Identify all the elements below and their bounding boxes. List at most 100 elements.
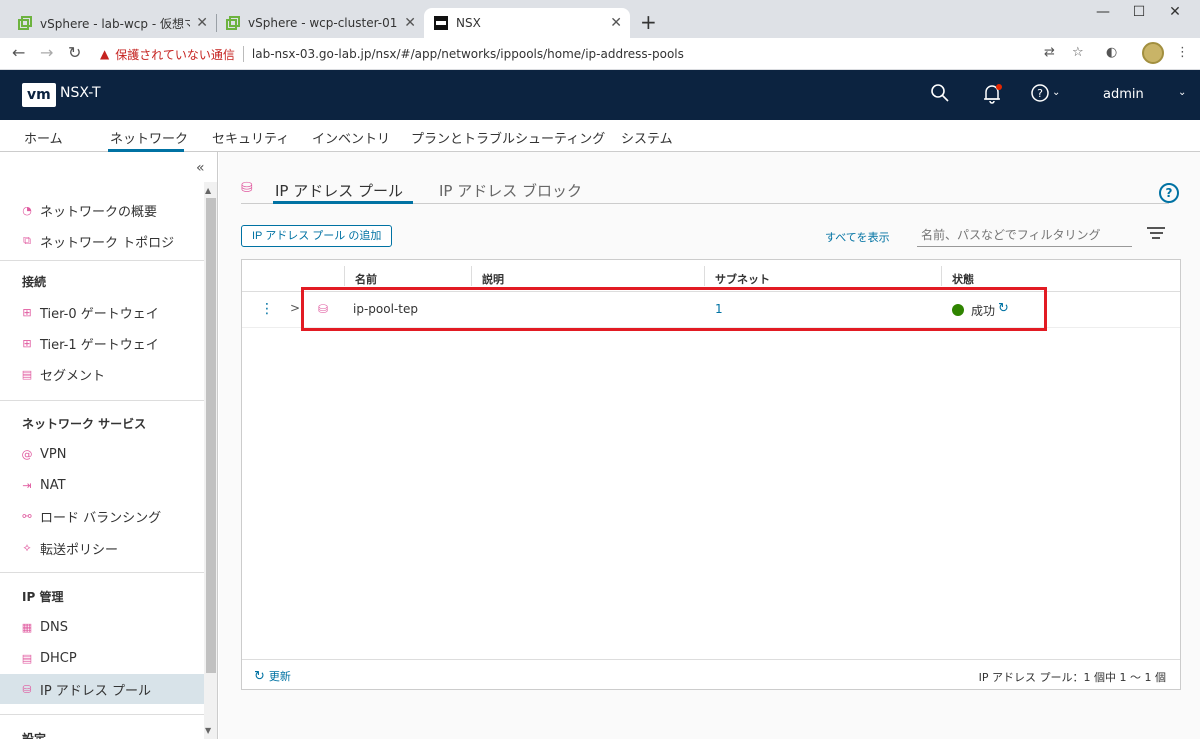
column-divider	[471, 266, 472, 286]
security-warning[interactable]: 保護されていない通信	[115, 46, 235, 63]
sidebar-divider	[0, 400, 204, 401]
sidebar-item-nat[interactable]: ⇥ NAT	[20, 475, 66, 495]
topology-icon: ⧉	[23, 234, 31, 247]
tab-ip-address-blocks[interactable]: IP アドレス ブロック	[439, 180, 582, 201]
sidebar-item-network-topology[interactable]: ⧉ ネットワーク トポロジ	[20, 231, 174, 251]
close-tab-icon[interactable]: ✕	[196, 15, 208, 31]
chevron-right-icon[interactable]: >	[290, 301, 300, 315]
browser-tab-nsx[interactable]: NSX ✕	[424, 8, 630, 38]
close-window-icon[interactable]: ✕	[1152, 4, 1198, 20]
nat-icon: ⇥	[22, 478, 32, 492]
forward-icon[interactable]: →	[40, 43, 53, 62]
sidebar-item-label: DNS	[40, 619, 68, 635]
collapse-sidebar-icon[interactable]: «	[196, 160, 205, 176]
browser-tab-strip: vSphere - lab-wcp - 仮想マシン ✕ vSphere - wc…	[0, 0, 1200, 38]
sidebar-item-network-overview[interactable]: ◔ ネットワークの概要	[20, 200, 157, 220]
nav-home[interactable]: ホーム	[24, 128, 63, 147]
chevron-down-icon[interactable]: ⌄	[1178, 87, 1186, 98]
help-icon[interactable]: ?	[1159, 183, 1179, 203]
sidebar-item-ip-address-pools[interactable]: ⛁ IP アドレス プール	[0, 674, 204, 704]
search-icon[interactable]	[930, 83, 950, 103]
sidebar-item-load-balancing[interactable]: ⚯ ロード バランシング	[20, 506, 161, 526]
browser-tab-label: vSphere - wcp-cluster-01 - vSphe	[248, 16, 398, 30]
main-nav: ホーム ネットワーク セキュリティ インベントリ プランとトラブルシューティング…	[0, 120, 1200, 152]
main-content: ⛁ IP アドレス プール IP アドレス ブロック ? IP アドレス プール…	[219, 152, 1200, 739]
url-text[interactable]: lab-nsx-03.go-lab.jp/nsx/#/app/networks/…	[252, 47, 684, 61]
nav-security[interactable]: セキュリティ	[212, 128, 289, 147]
column-divider	[704, 266, 705, 286]
sidebar: « ◔ ネットワークの概要 ⧉ ネットワーク トポロジ 接続 ⊞ Tier-0 ゲート…	[0, 152, 218, 739]
omnibox[interactable]: ▲ 保護されていない通信 lab-nsx-03.go-lab.jp/nsx/#/…	[100, 41, 1080, 67]
sidebar-item-tier1-gateway[interactable]: ⊞ Tier-1 ゲートウェイ	[20, 333, 159, 353]
column-status[interactable]: 状態	[952, 271, 974, 287]
user-menu[interactable]: admin	[1103, 87, 1144, 102]
filter-input[interactable]	[917, 223, 1132, 247]
show-all-link[interactable]: すべてを表示	[825, 229, 890, 245]
column-name[interactable]: 名前	[355, 271, 377, 287]
extension-icon[interactable]: ◐	[1106, 45, 1117, 60]
sidebar-item-label: ネットワークの概要	[40, 204, 158, 220]
svg-text:?: ?	[1037, 87, 1043, 100]
browser-tab-vsphere-lab-wcp[interactable]: vSphere - lab-wcp - 仮想マシン ✕	[8, 8, 216, 38]
sidebar-item-label: Tier-1 ゲートウェイ	[40, 337, 159, 353]
bookmark-star-icon[interactable]: ☆	[1072, 45, 1084, 60]
notification-dot	[996, 84, 1002, 90]
browser-menu-icon[interactable]: ⋮	[1176, 45, 1189, 60]
column-subnet[interactable]: サブネット	[715, 271, 770, 287]
sidebar-section-connectivity: 接続	[22, 275, 47, 289]
help-icon[interactable]: ?	[1030, 83, 1050, 103]
highlight-box	[301, 287, 1047, 331]
gateway-icon: ⊞	[22, 305, 32, 319]
nav-system[interactable]: システム	[621, 128, 673, 147]
nav-plan-troubleshoot[interactable]: プランとトラブルシューティング	[411, 128, 605, 147]
add-ip-pool-button[interactable]: IP アドレス プール の追加	[241, 225, 393, 247]
sidebar-item-tier0-gateway[interactable]: ⊞ Tier-0 ゲートウェイ	[20, 302, 159, 322]
filter-icon[interactable]	[1147, 227, 1165, 242]
refresh-icon: ↻	[254, 668, 265, 684]
sidebar-item-dhcp[interactable]: ▤ DHCP	[20, 648, 77, 668]
translate-icon[interactable]: ⇄	[1044, 45, 1055, 60]
tab-ip-address-pools[interactable]: IP アドレス プール	[275, 180, 403, 201]
close-tab-icon[interactable]: ✕	[610, 15, 622, 31]
pagination-count: IP アドレス プール：1 個中 1 ～ 1 個	[978, 671, 1166, 684]
url-divider	[242, 46, 244, 62]
sidebar-scroll-thumb[interactable]	[206, 198, 216, 673]
segment-icon: ▤	[21, 367, 33, 381]
column-divider	[344, 266, 345, 286]
sidebar-divider	[0, 572, 204, 573]
sidebar-item-label: NAT	[40, 477, 66, 493]
close-tab-icon[interactable]: ✕	[404, 15, 416, 31]
browser-tab-label: vSphere - lab-wcp - 仮想マシン	[40, 16, 190, 31]
forwarding-policy-icon: ⟡	[23, 541, 31, 554]
nav-networking[interactable]: ネットワーク	[110, 128, 188, 147]
vmware-logo: vm	[22, 83, 56, 107]
sidebar-item-dns[interactable]: ▦ DNS	[20, 617, 68, 637]
profile-avatar[interactable]	[1142, 42, 1164, 64]
chevron-down-icon[interactable]: ⌄	[1052, 87, 1060, 98]
column-description[interactable]: 説明	[482, 271, 504, 287]
scroll-up-icon[interactable]: ▲	[205, 186, 211, 195]
browser-tab-vsphere-wcp-cluster[interactable]: vSphere - wcp-cluster-01 - vSphe ✕	[216, 8, 424, 38]
sidebar-section-ip-management: IP 管理	[22, 590, 64, 604]
nav-inventory[interactable]: インベントリ	[312, 128, 390, 147]
dashboard-icon: ◔	[22, 203, 32, 217]
sidebar-item-label: VPN	[40, 446, 67, 462]
page-tabs: ⛁ IP アドレス プール IP アドレス ブロック	[241, 178, 1169, 204]
reload-icon[interactable]: ↻	[68, 43, 81, 62]
sidebar-item-label: 転送ポリシー	[40, 542, 119, 558]
vsphere-favicon-icon	[18, 16, 32, 30]
sidebar-item-segments[interactable]: ▤ セグメント	[20, 364, 105, 384]
back-icon[interactable]: ←	[12, 43, 25, 62]
table-footer: ↻ 更新 IP アドレス プール：1 個中 1 ～ 1 個	[242, 659, 1180, 689]
sidebar-section-network-services: ネットワーク サービス	[22, 417, 147, 431]
load-balancer-icon: ⚯	[22, 509, 32, 523]
row-actions-icon[interactable]: ⋮	[260, 301, 274, 317]
sidebar-item-label: Tier-0 ゲートウェイ	[40, 306, 159, 322]
sidebar-item-vpn[interactable]: @ VPN	[20, 444, 67, 464]
scroll-down-icon[interactable]: ▼	[205, 726, 211, 735]
new-tab-icon[interactable]: +	[640, 10, 657, 34]
refresh-button[interactable]: ↻ 更新	[254, 668, 291, 684]
vpn-icon: @	[21, 447, 33, 461]
warning-icon: ▲	[100, 47, 110, 61]
sidebar-item-forwarding-policy[interactable]: ⟡ 転送ポリシー	[20, 538, 118, 558]
